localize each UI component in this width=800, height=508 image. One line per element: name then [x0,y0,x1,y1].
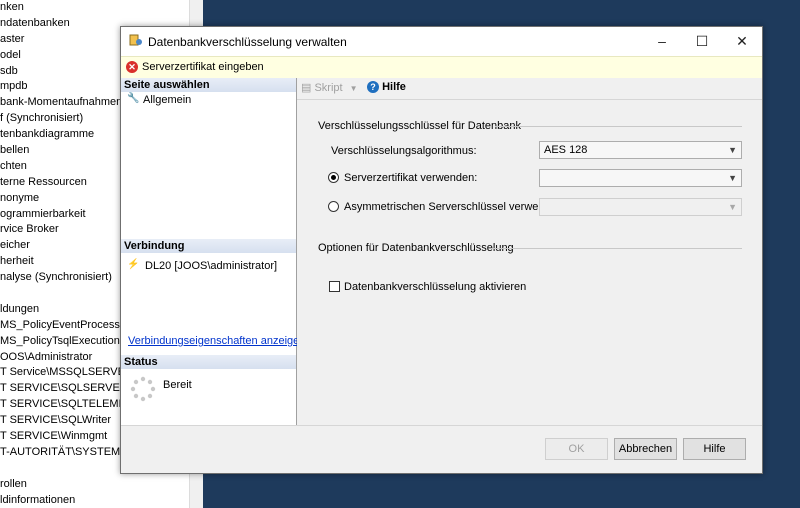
select-page-header: Seite auswählen [121,78,296,92]
encryption-key-group-label: Verschlüsselungsschlüssel für Datenbank [318,120,522,132]
script-button[interactable]: ▤ Skript ▼ [301,81,358,94]
dropdown-arrow-icon: ▼ [349,84,358,93]
encryption-dialog: Datenbankverschlüsselung verwalten – ☐ ✕… [120,26,763,474]
progress-spinner-icon [130,376,156,402]
help-icon: ? [367,81,379,93]
enable-encryption-label: Datenbankverschlüsselung aktivieren [344,281,527,293]
group-divider [491,248,742,249]
chevron-down-icon: ▼ [728,173,737,183]
status-value: Bereit [163,379,192,391]
use-server-cert-radio[interactable] [328,172,339,183]
help-label: Hilfe [382,81,406,93]
server-cert-select[interactable]: ▼ [539,169,742,187]
help-footer-button[interactable]: Hilfe [683,438,746,460]
button-bar: OK Abbrechen Hilfe [121,425,762,473]
asym-key-select[interactable]: ▼ [539,198,742,216]
tree-item[interactable]: ldinformationen [0,493,189,508]
chevron-down-icon: ▼ [728,145,737,155]
use-asym-key-radio[interactable] [328,201,339,212]
connection-icon: ⚡ [127,259,140,270]
error-icon: ✕ [126,61,138,73]
algorithm-label: Verschlüsselungsalgorithmus: [331,145,477,157]
page-item-general[interactable]: 🔧 Allgemein [121,92,296,108]
connection-properties-link[interactable]: Verbindungseigenschaften anzeigen [128,335,305,347]
use-asym-key-label: Asymmetrischen Serverschlüssel verwenden… [344,201,566,213]
toolbar: ▤ Skript ▼ ? Hilfe [297,78,762,100]
chevron-down-icon: ▼ [728,202,737,212]
options-group-label: Optionen für Datenbankverschlüsselung [318,242,514,254]
enable-encryption-checkbox[interactable] [329,281,340,292]
error-message: Serverzertifikat eingeben [142,61,264,73]
ok-button[interactable]: OK [545,438,608,460]
maximize-button[interactable]: ☐ [682,27,722,56]
group-divider [495,126,742,127]
algorithm-select[interactable]: AES 128 ▼ [539,141,742,159]
connection-header: Verbindung [121,239,296,253]
left-pane: Seite auswählen 🔧 Allgemein Verbindung ⚡… [121,78,305,425]
error-bar: ✕ Serverzertifikat eingeben [121,56,762,79]
script-icon: ▤ [301,82,312,94]
right-pane: ▤ Skript ▼ ? Hilfe Verschlüsselungsschlü… [297,78,762,425]
dialog-title: Datenbankverschlüsselung verwalten [148,35,347,49]
page-item-label: Allgemein [143,94,192,106]
wrench-icon: 🔧 [127,93,140,104]
connection-value: DL20 [JOOS\administrator] [145,260,278,272]
tree-item[interactable]: nken [0,0,189,16]
help-button[interactable]: ? Hilfe [367,81,406,93]
status-header: Status [121,355,296,369]
tree-item[interactable]: rollen [0,477,189,493]
title-bar: Datenbankverschlüsselung verwalten – ☐ ✕ [121,27,762,56]
minimize-button[interactable]: – [642,27,682,56]
script-label: Skript [314,82,343,94]
close-button[interactable]: ✕ [722,27,762,56]
use-server-cert-label: Serverzertifikat verwenden: [344,172,478,184]
cancel-button[interactable]: Abbrechen [614,438,677,460]
database-key-icon [129,34,142,46]
algorithm-value: AES 128 [544,144,588,156]
